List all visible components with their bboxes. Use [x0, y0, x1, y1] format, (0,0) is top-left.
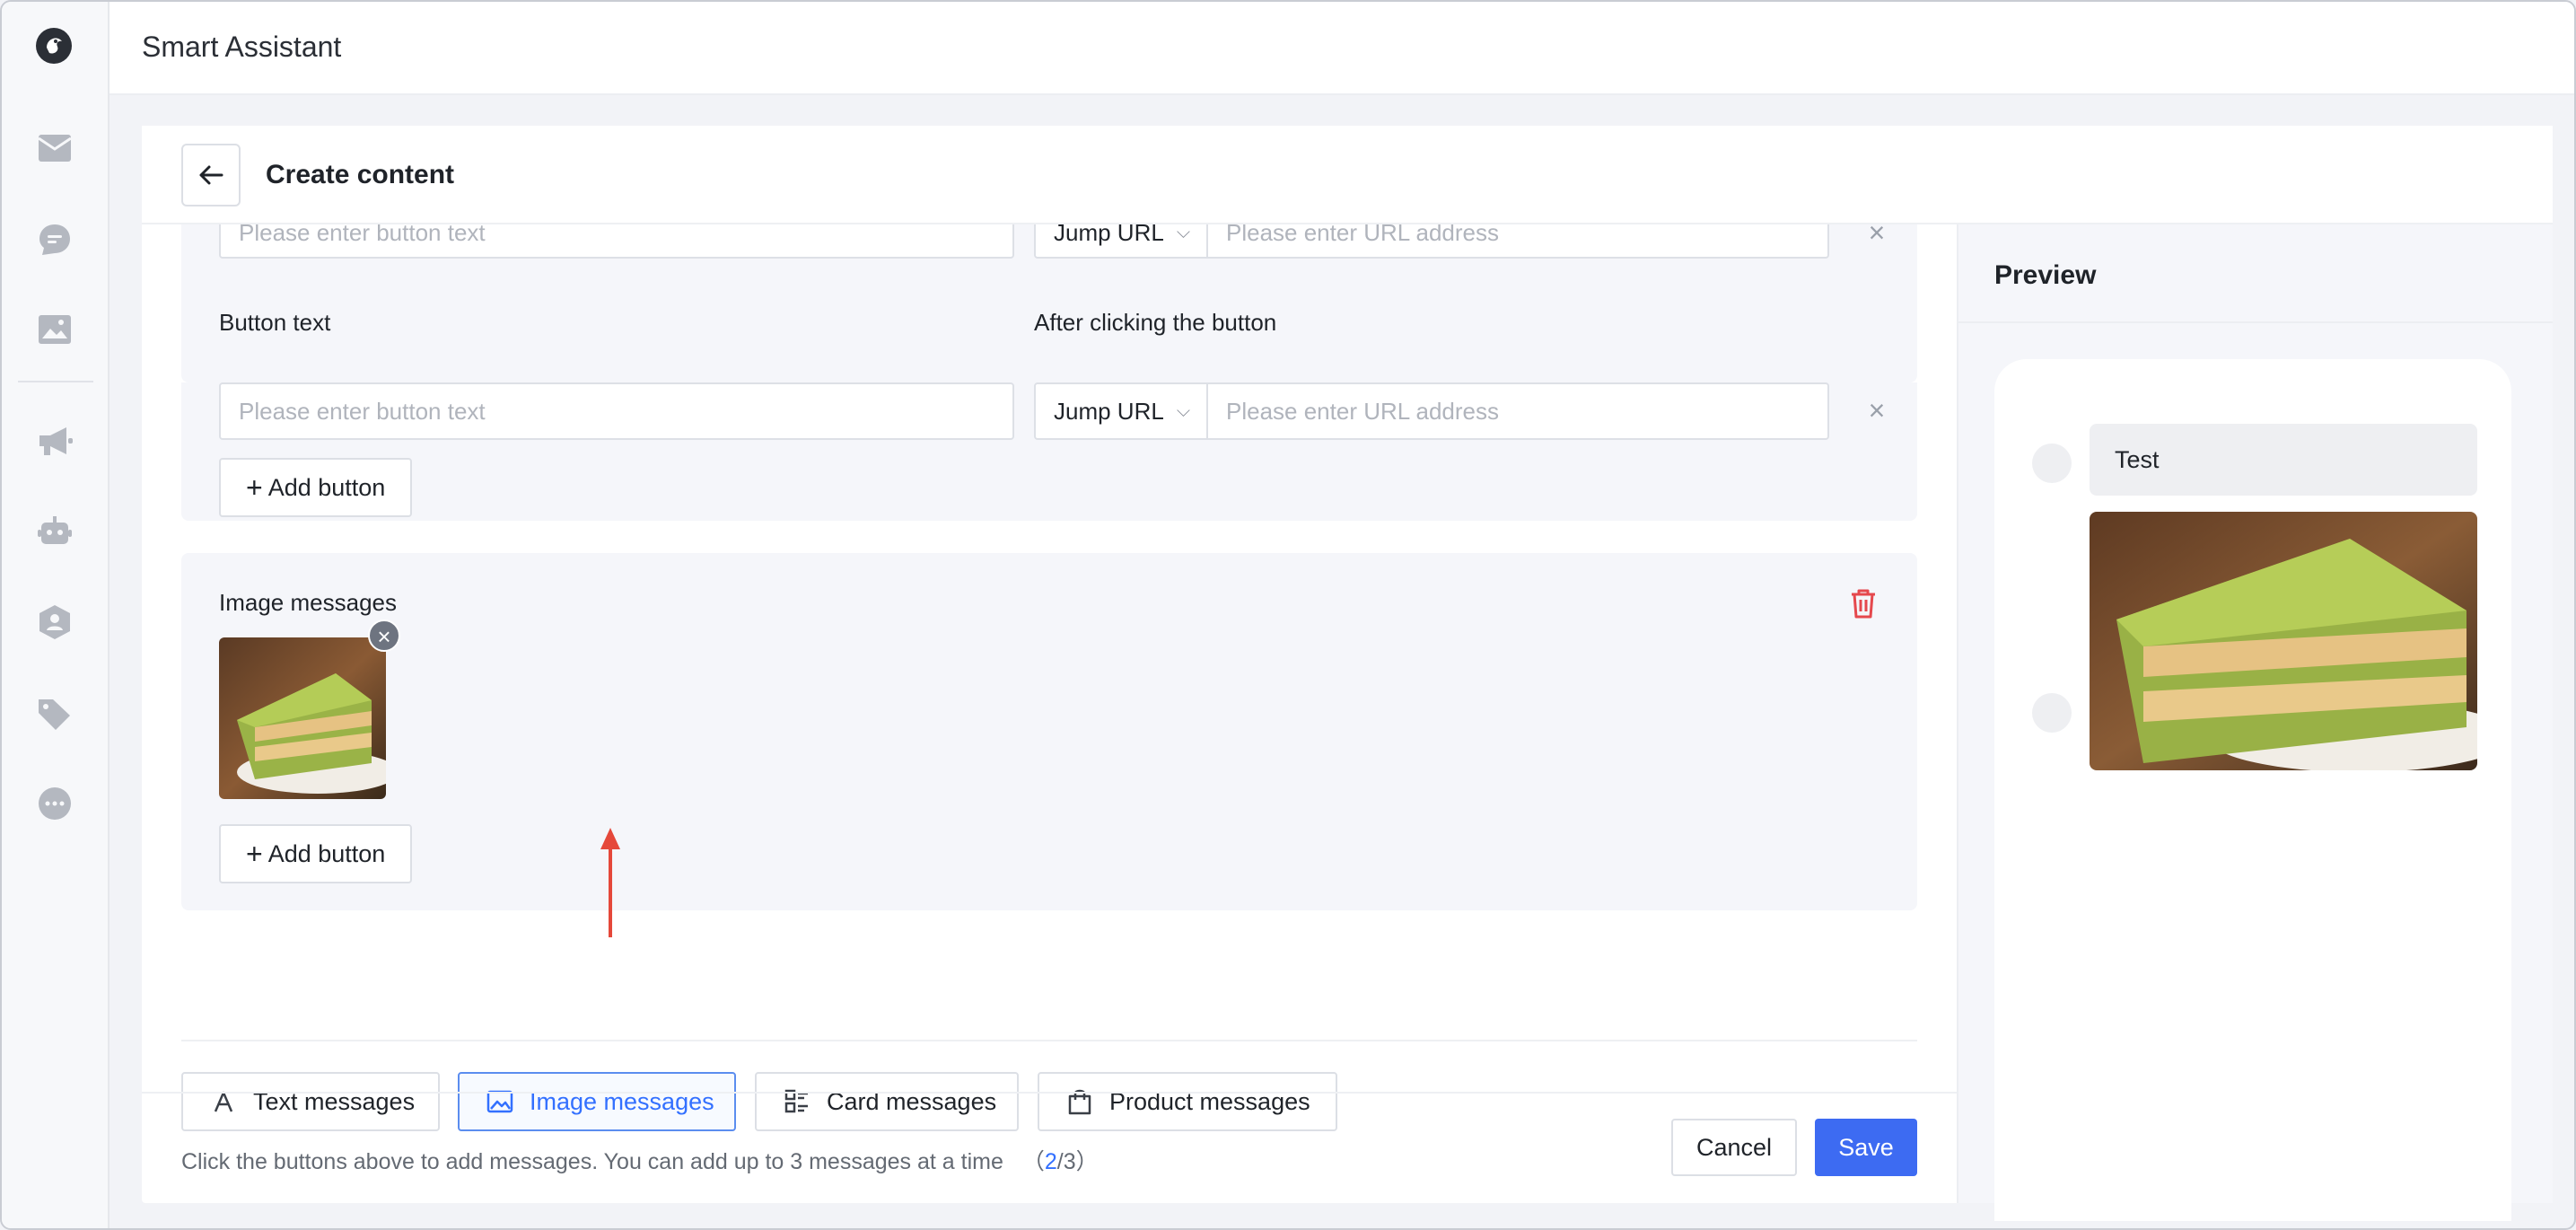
- button-text-label: Button text: [219, 309, 331, 336]
- cancel-button[interactable]: Cancel: [1671, 1119, 1797, 1176]
- app-logo-icon[interactable]: [34, 26, 74, 66]
- hint-text: Click the buttons above to add messages.…: [181, 1149, 1003, 1174]
- sidebar-divider: [18, 381, 93, 382]
- more-icon[interactable]: [36, 785, 74, 822]
- message-editor: Please enter button text Jump URL ⌵ Plea…: [142, 224, 1957, 1203]
- add-button-button[interactable]: + Add button: [219, 824, 413, 883]
- save-button[interactable]: Save: [1815, 1119, 1917, 1176]
- button-text-input[interactable]: Please enter button text: [219, 382, 1014, 440]
- chat-icon[interactable]: [36, 221, 74, 259]
- count-close: ）: [1075, 1149, 1099, 1174]
- top-bar: Smart Assistant: [110, 2, 2574, 95]
- image-message-panel: Image messages × + Add button: [181, 553, 1917, 910]
- preview-panel: Preview Test: [1957, 224, 2553, 1221]
- select-value: Jump URL: [1054, 224, 1164, 246]
- remove-image-icon[interactable]: ×: [368, 619, 400, 652]
- page-title: Create content: [266, 160, 455, 189]
- add-button-button[interactable]: + Add button: [219, 458, 413, 517]
- add-product-message-button[interactable]: Product messages: [1038, 1072, 1337, 1131]
- add-image-message-button[interactable]: Image messages: [458, 1072, 736, 1131]
- add-text-message-button[interactable]: Text messages: [181, 1072, 440, 1131]
- phone-preview: Test: [1994, 359, 2511, 1221]
- count-current: 2: [1044, 1149, 1057, 1174]
- uploaded-image-thumbnail[interactable]: [219, 637, 386, 799]
- chevron-down-icon: ⌵: [1176, 400, 1190, 421]
- preview-text-bubble: Test: [2090, 424, 2477, 496]
- back-button[interactable]: [181, 144, 241, 206]
- user-group-icon[interactable]: [36, 603, 74, 641]
- button-message-panel: Please enter button text Jump URL ⌵ Plea…: [181, 224, 1917, 382]
- tag-icon[interactable]: [36, 695, 74, 733]
- preview-divider: [1958, 321, 2553, 323]
- select-value: Jump URL: [1054, 397, 1164, 425]
- plus-icon: +: [246, 838, 263, 870]
- annotation-arrow-icon: [598, 826, 623, 939]
- card-header: Create content: [142, 126, 2553, 224]
- plus-icon: +: [246, 471, 263, 504]
- remove-button-icon[interactable]: ×: [1863, 396, 1890, 425]
- add-messages-hint: Click the buttons above to add messages.…: [181, 1144, 1099, 1176]
- arrow-left-icon: [199, 165, 223, 185]
- chevron-down-icon: ⌵: [1176, 224, 1190, 242]
- avatar: [2032, 444, 2072, 483]
- sidebar: [2, 2, 110, 1228]
- after-click-label: After clicking the button: [1034, 309, 1277, 336]
- content-card: Create content Please enter button text …: [142, 126, 2553, 1221]
- count-open: （: [1021, 1149, 1045, 1174]
- preview-title: Preview: [1994, 260, 2097, 290]
- image-messages-label: Image messages: [219, 589, 397, 616]
- remove-button-icon[interactable]: ×: [1863, 224, 1890, 247]
- app-title: Smart Assistant: [142, 31, 342, 63]
- add-button-label: Add button: [267, 473, 386, 501]
- inbox-icon[interactable]: [36, 129, 74, 167]
- count-max: 3: [1063, 1149, 1076, 1174]
- add-button-label: Add button: [267, 839, 386, 867]
- avatar: [2032, 693, 2072, 733]
- message-count: （2/3）: [1022, 1149, 1099, 1174]
- section-divider: [181, 1040, 1917, 1041]
- url-input[interactable]: Please enter URL address: [1208, 224, 1829, 259]
- button-action-select[interactable]: Jump URL ⌵: [1034, 224, 1208, 259]
- app-window: Smart Assistant Create content Please en…: [0, 0, 2576, 1230]
- button-text-input[interactable]: Please enter button text: [219, 224, 1014, 259]
- robot-icon[interactable]: [36, 512, 74, 549]
- add-card-message-button[interactable]: Card messages: [755, 1072, 1019, 1131]
- url-input[interactable]: Please enter URL address: [1208, 382, 1829, 440]
- megaphone-icon[interactable]: [36, 422, 74, 460]
- button-message-panel-lower: Please enter button text Jump URL ⌵ Plea…: [181, 382, 1917, 521]
- image-icon[interactable]: [36, 311, 74, 348]
- preview-image-bubble: [2090, 512, 2477, 770]
- count-separator: /: [1056, 1149, 1064, 1174]
- delete-icon[interactable]: [1847, 587, 1879, 619]
- footer-divider: [142, 1092, 1957, 1094]
- button-action-select[interactable]: Jump URL ⌵: [1034, 382, 1208, 440]
